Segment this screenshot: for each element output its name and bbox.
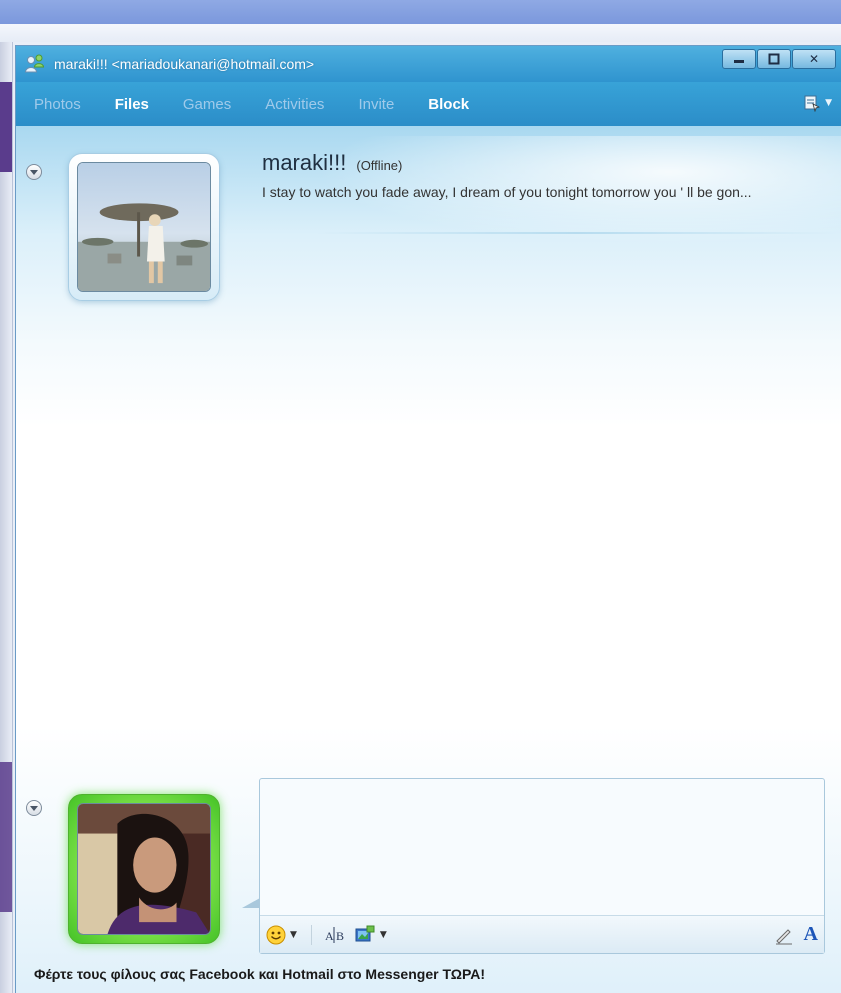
pen-icon[interactable] (774, 925, 794, 945)
compose-toolbar: ▼ A B ▼ A (260, 915, 824, 953)
send-media-button[interactable]: ▼ (354, 925, 387, 945)
menu-bar: Photos Files Games Activities Invite Blo… (16, 82, 841, 126)
header-divider (316, 232, 836, 234)
contact-avatar (77, 162, 211, 292)
messenger-conversation-window: maraki!!! <mariadoukanari@hotmail.com> ✕… (15, 45, 841, 993)
messenger-icon (22, 51, 48, 77)
toolbar-separator (310, 924, 312, 945)
window-title: maraki!!! <mariadoukanari@hotmail.com> (54, 56, 315, 72)
send-media-icon (355, 925, 375, 941)
menu-item-activities[interactable]: Activities (265, 96, 324, 113)
contact-personal-message: I stay to watch you fade away, I dream o… (262, 184, 752, 200)
promo-link[interactable]: Φέρτε τους φίλους σας Facebook και Hotma… (34, 966, 485, 982)
message-input[interactable] (260, 779, 824, 911)
smiley-icon (266, 925, 286, 944)
options-menu-button[interactable]: ▼ (803, 94, 832, 112)
font-icon[interactable]: A (804, 923, 818, 946)
contact-name: maraki!!! (262, 150, 347, 175)
background-window-edge-purple-lower (0, 762, 12, 912)
title-bar[interactable]: maraki!!! <mariadoukanari@hotmail.com> ✕ (16, 46, 841, 82)
contact-header: maraki!!! (Offline) (262, 150, 402, 176)
contact-display-picture[interactable] (68, 153, 220, 301)
minimize-button[interactable] (722, 49, 756, 69)
close-icon: ✕ (808, 52, 820, 66)
svg-text:A: A (325, 929, 334, 943)
own-display-picture[interactable] (68, 794, 220, 944)
input-box-tail (242, 898, 260, 908)
message-compose-box: ▼ A B ▼ A (259, 778, 825, 954)
window-controls: ✕ (722, 49, 836, 69)
menu-item-photos[interactable]: Photos (34, 96, 81, 113)
spellcheck-icon: A B (325, 926, 344, 943)
background-window-edge-purple (0, 82, 12, 172)
conversation-area: maraki!!! (Offline) I stay to watch you … (16, 126, 841, 993)
menu-item-invite[interactable]: Invite (358, 96, 394, 113)
spellcheck-button[interactable]: A B (324, 925, 346, 945)
close-button[interactable]: ✕ (792, 49, 836, 69)
menu-item-games[interactable]: Games (183, 96, 231, 113)
maximize-button[interactable] (757, 49, 791, 69)
chevron-down-icon: ▼ (290, 929, 297, 940)
desktop-top-strip (0, 0, 841, 24)
chevron-down-icon (30, 805, 38, 811)
chevron-down-icon: ▼ (379, 929, 387, 940)
own-avatar (77, 803, 211, 935)
menu-item-block[interactable]: Block (428, 96, 469, 113)
menu-item-files[interactable]: Files (115, 96, 149, 113)
contact-status: (Offline) (356, 158, 403, 173)
desktop-strip (0, 24, 841, 42)
background-window-edge (0, 42, 13, 993)
collapse-contact-picture-button[interactable] (26, 164, 42, 180)
collapse-own-picture-button[interactable] (26, 800, 42, 816)
options-menu-icon (804, 95, 821, 112)
chevron-down-icon (30, 169, 38, 175)
compose-toolbar-right: A (774, 923, 818, 946)
emoticon-button[interactable]: ▼ (266, 925, 297, 945)
svg-text:B: B (336, 929, 344, 943)
chevron-down-icon: ▼ (825, 98, 832, 108)
